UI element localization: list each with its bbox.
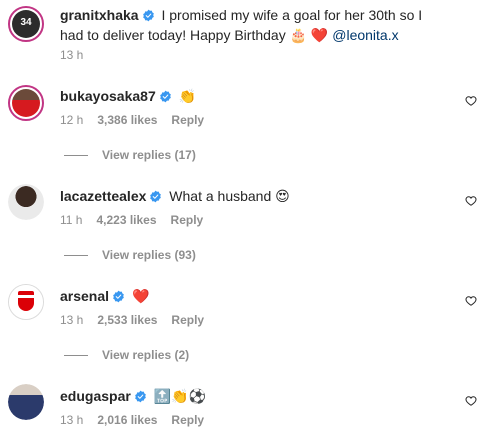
comment-emoji: 🎂 ❤️ — [289, 27, 329, 43]
reply-button[interactable]: Reply — [171, 313, 204, 327]
view-replies-label: View replies (2) — [102, 348, 190, 362]
comment-text: 🔝👏⚽ — [153, 388, 206, 404]
verified-badge-icon — [149, 190, 162, 203]
heart-outline-icon[interactable] — [465, 195, 477, 207]
likes-count[interactable]: 2,016 likes — [97, 413, 157, 427]
view-replies-button[interactable]: View replies (93) — [64, 247, 196, 263]
comment-text: 👏 — [178, 88, 197, 104]
arsenal-crest-band — [18, 295, 34, 298]
view-replies-button[interactable]: View replies (17) — [64, 147, 196, 163]
view-replies-label: View replies (93) — [102, 248, 196, 262]
replies-divider — [64, 355, 88, 357]
comment-time[interactable]: 13 h — [60, 48, 83, 62]
verified-badge-icon — [159, 90, 172, 103]
view-replies-label: View replies (17) — [102, 148, 196, 162]
likes-count[interactable]: 3,386 likes — [97, 113, 157, 127]
avatar-arsenal[interactable] — [8, 284, 44, 320]
comment-time[interactable]: 12 h — [60, 113, 83, 127]
likes-count[interactable]: 4,223 likes — [96, 213, 156, 227]
comment-username[interactable]: edugaspar — [60, 388, 131, 404]
verified-badge-icon — [112, 290, 125, 303]
reply-button[interactable]: Reply — [171, 213, 204, 227]
reply-button[interactable]: Reply — [171, 413, 204, 427]
heart-outline-icon[interactable] — [465, 395, 477, 407]
comment-username[interactable]: bukayosaka87 — [60, 88, 156, 104]
view-replies-button[interactable]: View replies (2) — [64, 347, 189, 363]
comment-text: ❤️ — [131, 288, 150, 304]
arsenal-crest-icon — [18, 291, 34, 311]
comment-username[interactable]: arsenal — [60, 288, 109, 304]
heart-outline-icon[interactable] — [465, 295, 477, 307]
mention-link[interactable]: @leonita.x — [332, 27, 398, 43]
avatar-lacazettealex[interactable] — [8, 184, 44, 220]
avatar-number: 34 — [20, 17, 32, 28]
replies-divider — [64, 155, 88, 157]
comment-username[interactable]: granitxhaka — [60, 7, 139, 23]
avatar-bukayosaka87[interactable] — [8, 85, 44, 121]
comment-username[interactable]: lacazettealex — [60, 188, 146, 204]
avatar-granitxhaka[interactable]: 34 — [8, 6, 44, 42]
comment-time[interactable]: 13 h — [60, 313, 83, 327]
heart-outline-icon[interactable] — [465, 95, 477, 107]
likes-count[interactable]: 2,533 likes — [97, 313, 157, 327]
comment-text: What a husband 😍 — [169, 188, 290, 204]
verified-badge-icon — [134, 390, 147, 403]
avatar-edugaspar[interactable] — [8, 384, 44, 420]
replies-divider — [64, 255, 88, 257]
reply-button[interactable]: Reply — [171, 113, 204, 127]
comment-time[interactable]: 13 h — [60, 413, 83, 427]
comment-time[interactable]: 11 h — [60, 213, 82, 227]
verified-badge-icon — [142, 9, 155, 22]
